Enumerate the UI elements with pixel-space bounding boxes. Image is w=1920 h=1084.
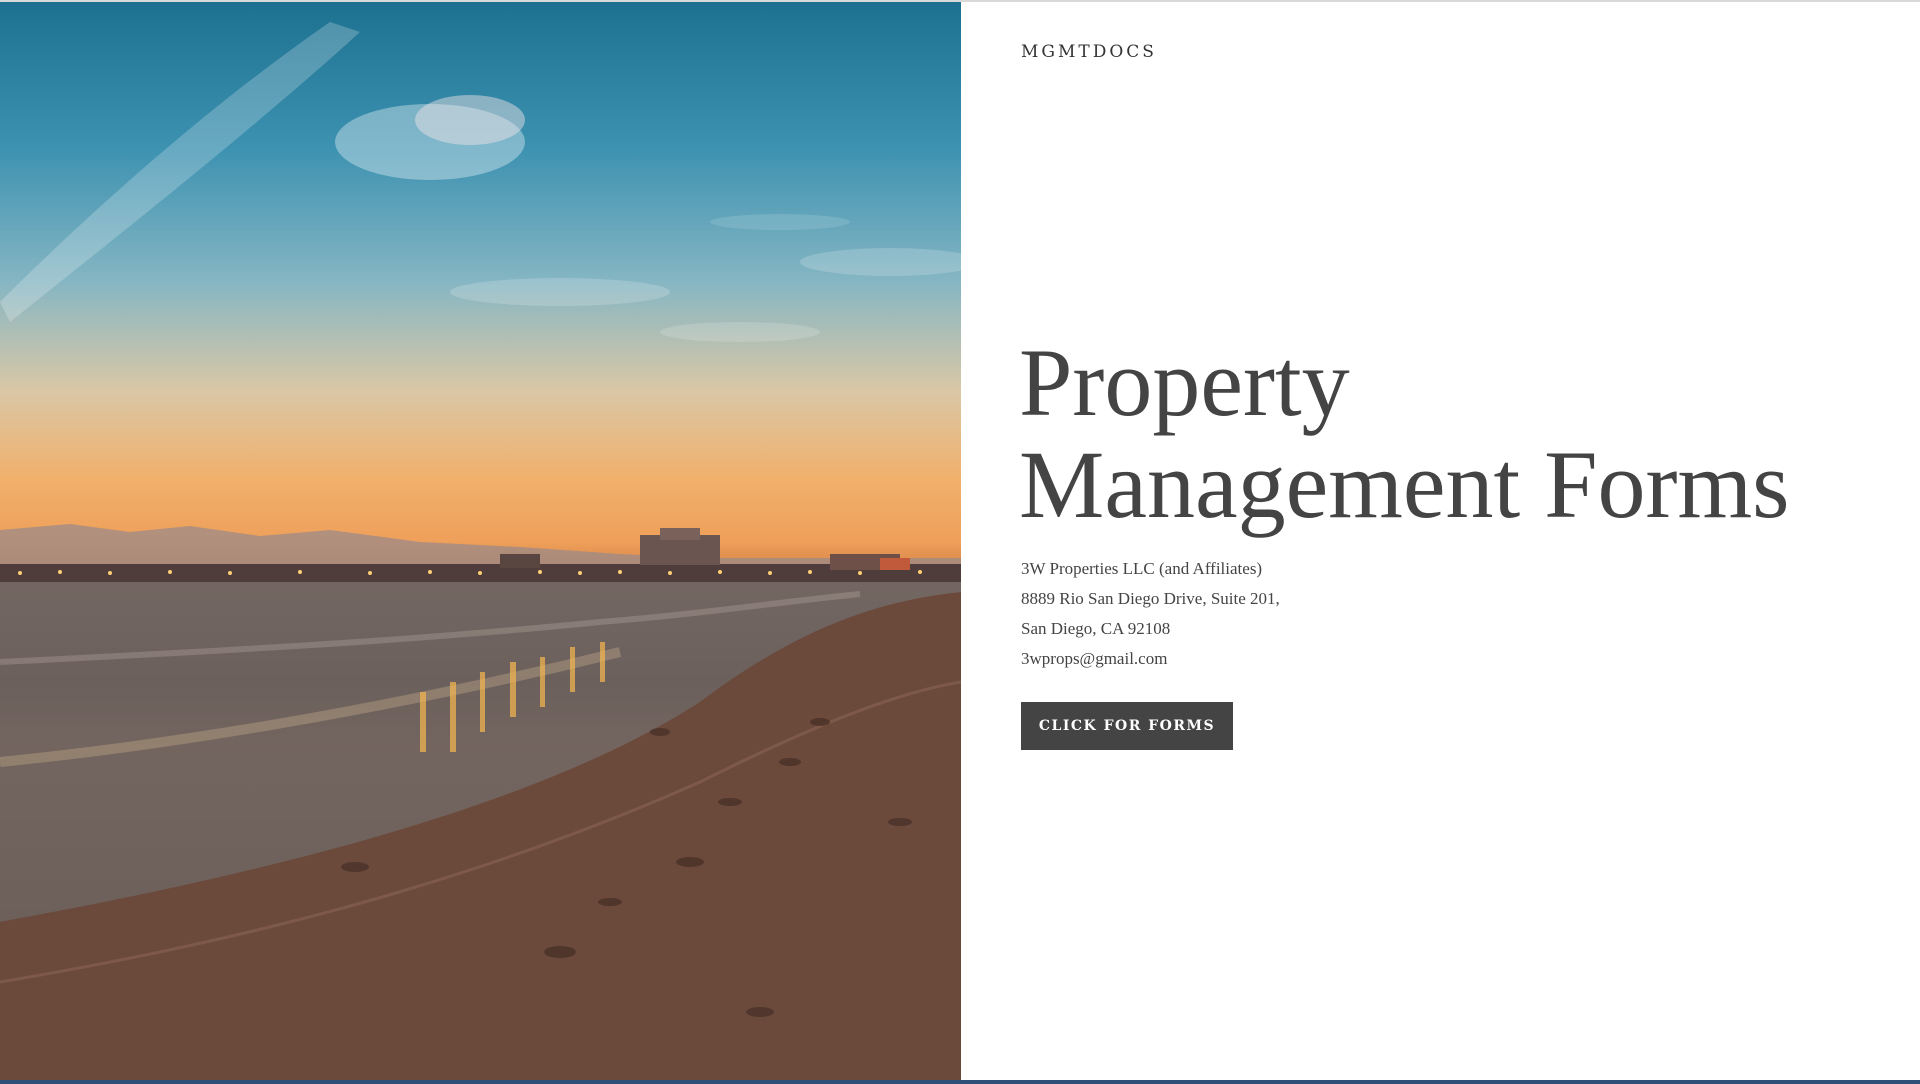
company-name: 3W Properties LLC (and Affiliates)	[1021, 559, 1263, 578]
contact-email[interactable]: 3wprops@gmail.com	[1021, 644, 1280, 674]
site-brand-link[interactable]: MGMTDOCS	[1021, 42, 1157, 62]
click-for-forms-button[interactable]: CLICK FOR FORMS	[1021, 702, 1233, 750]
city-state-zip: San Diego, CA 92108	[1021, 619, 1171, 638]
company-address: 3W Properties LLC (and Affiliates) 8889 …	[1021, 554, 1280, 674]
bottom-border	[0, 1080, 1920, 1084]
page-title-line-1: Property	[1019, 329, 1350, 436]
street-address: 8889 Rio San Diego Drive, Suite 201,	[1021, 589, 1280, 608]
page-title: Property Management Forms	[1019, 332, 1899, 536]
page-title-line-2: Management Forms	[1019, 431, 1790, 538]
hero-content: MGMTDOCS Property Management Forms 3W Pr…	[961, 2, 1920, 1080]
page: MGMTDOCS Property Management Forms 3W Pr…	[0, 0, 1920, 1084]
hero-image	[0, 2, 961, 1080]
beach-sunset-illustration	[0, 22, 961, 1080]
